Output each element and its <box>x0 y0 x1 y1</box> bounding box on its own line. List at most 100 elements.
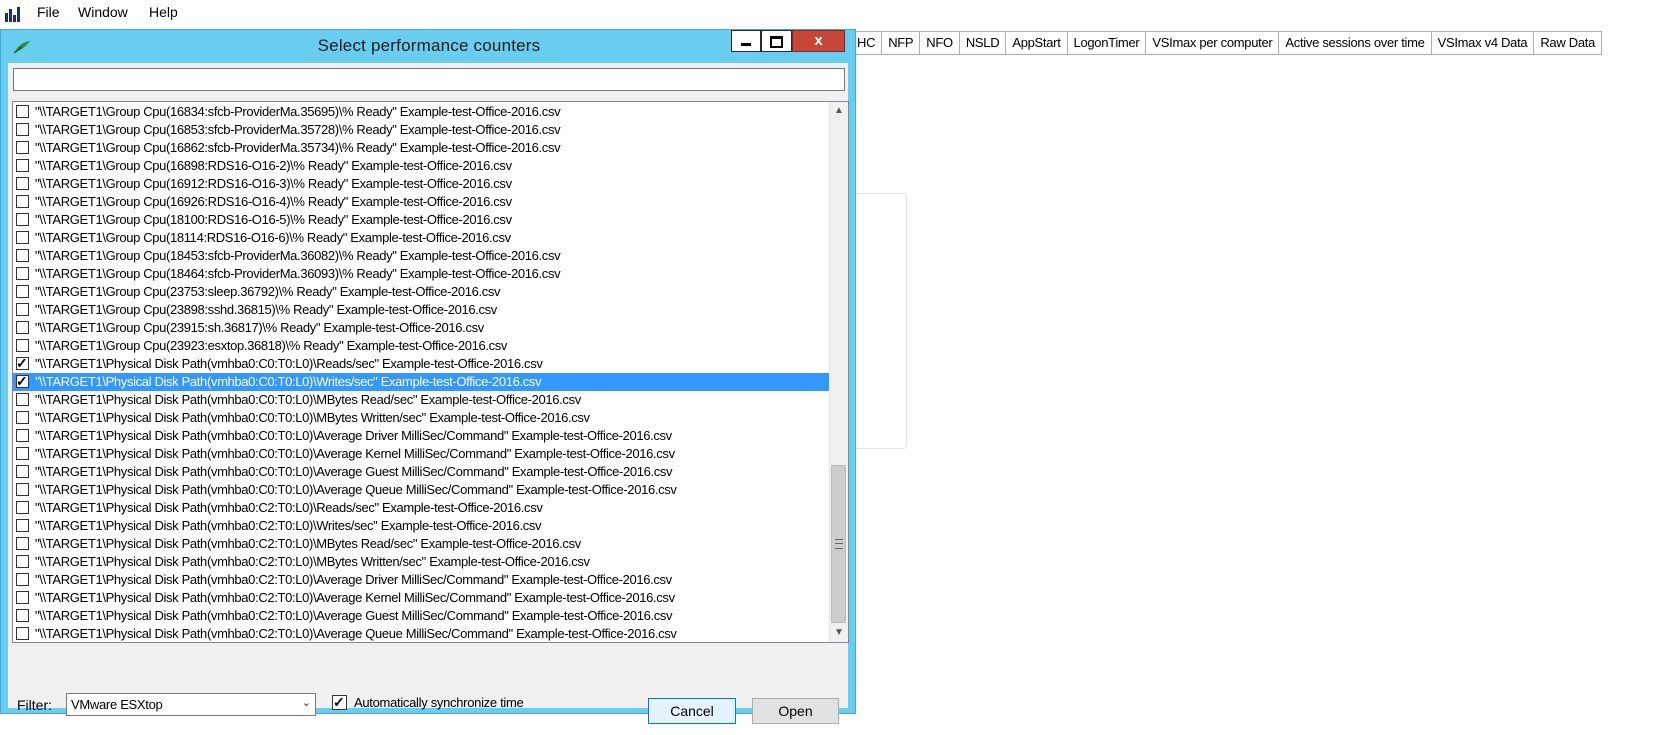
counter-list-item[interactable]: ✓ "\\TARGET1\Physical Disk Path(vmhba0:C2… <box>13 499 831 517</box>
counter-checkbox[interactable]: ✓ <box>16 123 29 136</box>
counter-list-item[interactable]: ✓ "\\TARGET1\Group Cpu(16926:RDS16-O16-4)… <box>13 193 831 211</box>
counter-checkbox[interactable]: ✓ <box>16 393 29 406</box>
open-button[interactable]: Open <box>752 698 839 724</box>
counter-label: "\\TARGET1\Physical Disk Path(vmhba0:C2:… <box>35 554 590 569</box>
counter-list-item[interactable]: ✓ "\\TARGET1\Group Cpu(18464:sfcb-Provide… <box>13 265 831 283</box>
filter-selected-value: VMware ESXtop <box>71 697 163 712</box>
counter-list[interactable]: ✓ "\\TARGET1\Group Cpu(16834:sfcb-Provide… <box>12 101 849 643</box>
counter-label: "\\TARGET1\Physical Disk Path(vmhba0:C2:… <box>35 518 542 533</box>
counter-checkbox[interactable]: ✓ <box>16 609 29 622</box>
counter-list-item[interactable]: ✓ "\\TARGET1\Group Cpu(23923:esxtop.36818… <box>13 337 831 355</box>
tab-raw-data[interactable]: Raw Data <box>1534 31 1603 55</box>
counter-checkbox[interactable]: ✓ <box>16 573 29 586</box>
counter-list-item[interactable]: ✓ "\\TARGET1\Group Cpu(16898:RDS16-O16-2)… <box>13 157 831 175</box>
counter-checkbox[interactable]: ✓ <box>16 519 29 532</box>
counter-list-item[interactable]: ✓ "\\TARGET1\Group Cpu(18100:RDS16-O16-5)… <box>13 211 831 229</box>
close-button[interactable]: x <box>792 30 845 52</box>
counter-checkbox[interactable]: ✓ <box>16 627 29 640</box>
counter-list-item[interactable]: ✓ "\\TARGET1\Group Cpu(18453:sfcb-Provide… <box>13 247 831 265</box>
counter-list-item[interactable]: ✓ "\\TARGET1\Physical Disk Path(vmhba0:C0… <box>13 427 831 445</box>
counter-checkbox[interactable]: ✓ <box>16 483 29 496</box>
counter-list-item[interactable]: ✓ "\\TARGET1\Physical Disk Path(vmhba0:C0… <box>13 409 831 427</box>
tab-nfo[interactable]: NFO <box>920 31 960 55</box>
counter-list-item[interactable]: ✓ "\\TARGET1\Physical Disk Path(vmhba0:C0… <box>13 481 831 499</box>
counter-list-item[interactable]: ✓ "\\TARGET1\Group Cpu(23898:sshd.36815)\… <box>13 301 831 319</box>
counter-search-input[interactable] <box>13 68 845 91</box>
counter-checkbox[interactable]: ✓ <box>16 339 29 352</box>
counter-checkbox[interactable]: ✓ <box>16 591 29 604</box>
counter-label: "\\TARGET1\Physical Disk Path(vmhba0:C0:… <box>35 464 673 479</box>
counter-checkbox[interactable]: ✓ <box>16 213 29 226</box>
tab-nfp[interactable]: NFP <box>882 31 921 55</box>
counter-checkbox[interactable]: ✓ <box>16 501 29 514</box>
counter-label: "\\TARGET1\Group Cpu(16926:RDS16-O16-4)\… <box>35 194 512 209</box>
counter-label: "\\TARGET1\Physical Disk Path(vmhba0:C0:… <box>35 392 581 407</box>
cancel-button[interactable]: Cancel <box>648 698 736 724</box>
counter-checkbox[interactable]: ✓ <box>16 285 29 298</box>
maximize-button[interactable] <box>761 30 792 52</box>
scroll-thumb[interactable] <box>831 465 846 623</box>
counter-checkbox[interactable]: ✓ <box>16 373 29 389</box>
counter-checkbox[interactable]: ✓ <box>16 267 29 280</box>
counter-list-item[interactable]: ✓ "\\TARGET1\Physical Disk Path(vmhba0:C0… <box>13 463 831 481</box>
counter-list-item[interactable]: ✓ "\\TARGET1\Physical Disk Path(vmhba0:C0… <box>13 391 831 409</box>
counter-label: "\\TARGET1\Group Cpu(16912:RDS16-O16-3)\… <box>35 176 512 191</box>
counter-checkbox[interactable]: ✓ <box>16 195 29 208</box>
counter-list-item[interactable]: ✓ "\\TARGET1\Group Cpu(18114:RDS16-O16-6)… <box>13 229 831 247</box>
minimize-button[interactable] <box>731 30 761 52</box>
counter-checkbox[interactable]: ✓ <box>16 105 29 118</box>
counter-checkbox[interactable]: ✓ <box>16 177 29 190</box>
counter-list-item[interactable]: ✓ "\\TARGET1\Group Cpu(16834:sfcb-Provide… <box>13 103 831 121</box>
menu-window[interactable]: Window <box>76 4 130 20</box>
counter-list-item[interactable]: ✓ "\\TARGET1\Group Cpu(23753:sleep.36792)… <box>13 283 831 301</box>
counter-checkbox[interactable]: ✓ <box>16 321 29 334</box>
counter-checkbox[interactable]: ✓ <box>16 249 29 262</box>
counter-label: "\\TARGET1\Physical Disk Path(vmhba0:C2:… <box>35 590 675 605</box>
dialog-title-bar[interactable]: Select performance counters x <box>1 30 857 63</box>
counter-checkbox[interactable]: ✓ <box>16 537 29 550</box>
counter-list-item[interactable]: ✓ "\\TARGET1\Group Cpu(16862:sfcb-Provide… <box>13 139 831 157</box>
counter-label: "\\TARGET1\Group Cpu(23898:sshd.36815)\%… <box>35 302 497 317</box>
counter-checkbox[interactable]: ✓ <box>16 465 29 478</box>
counter-list-item[interactable]: ✓ "\\TARGET1\Physical Disk Path(vmhba0:C2… <box>13 589 831 607</box>
menu-file[interactable]: File <box>35 4 62 20</box>
counter-checkbox[interactable]: ✓ <box>16 555 29 568</box>
counter-checkbox[interactable]: ✓ <box>16 447 29 460</box>
counter-list-item[interactable]: ✓ "\\TARGET1\Physical Disk Path(vmhba0:C2… <box>13 553 831 571</box>
sync-time-checkbox[interactable]: ✓ <box>332 694 347 710</box>
counter-list-item[interactable]: ✓ "\\TARGET1\Group Cpu(23915:sh.36817)\% … <box>13 319 831 337</box>
counter-checkbox[interactable]: ✓ <box>16 411 29 424</box>
counter-list-item[interactable]: ✓ "\\TARGET1\Physical Disk Path(vmhba0:C0… <box>13 373 831 391</box>
counter-list-item[interactable]: ✓ "\\TARGET1\Physical Disk Path(vmhba0:C2… <box>13 607 831 625</box>
counter-checkbox[interactable]: ✓ <box>16 429 29 442</box>
tab-vsimax-v4-data[interactable]: VSImax v4 Data <box>1431 31 1535 55</box>
filter-dropdown[interactable]: VMware ESXtop ⌄ <box>66 693 316 716</box>
scroll-down-icon[interactable]: ▼ <box>830 624 848 642</box>
checkmark-icon: ✓ <box>16 373 28 389</box>
counter-list-item[interactable]: ✓ "\\TARGET1\Physical Disk Path(vmhba0:C0… <box>13 355 831 373</box>
counter-label: "\\TARGET1\Physical Disk Path(vmhba0:C2:… <box>35 572 672 587</box>
checkmark-icon: ✓ <box>16 355 28 371</box>
counter-checkbox[interactable]: ✓ <box>16 159 29 172</box>
counter-list-item[interactable]: ✓ "\\TARGET1\Group Cpu(16853:sfcb-Provide… <box>13 121 831 139</box>
counter-checkbox[interactable]: ✓ <box>16 355 29 371</box>
sync-time-label[interactable]: Automatically synchronize time <box>354 695 524 710</box>
tab-active-sessions[interactable]: Active sessions over time <box>1279 31 1432 55</box>
counter-checkbox[interactable]: ✓ <box>16 303 29 316</box>
counter-label: "\\TARGET1\Physical Disk Path(vmhba0:C2:… <box>35 608 673 623</box>
counter-list-item[interactable]: ✓ "\\TARGET1\Physical Disk Path(vmhba0:C2… <box>13 535 831 553</box>
counter-list-item[interactable]: ✓ "\\TARGET1\Physical Disk Path(vmhba0:C2… <box>13 571 831 589</box>
counter-list-item[interactable]: ✓ "\\TARGET1\Physical Disk Path(vmhba0:C2… <box>13 517 831 535</box>
vertical-scrollbar[interactable]: ▲ ▼ <box>829 102 848 642</box>
counter-list-item[interactable]: ✓ "\\TARGET1\Group Cpu(16912:RDS16-O16-3)… <box>13 175 831 193</box>
tab-logontimer[interactable]: LogonTimer <box>1067 31 1147 55</box>
counter-list-item[interactable]: ✓ "\\TARGET1\Physical Disk Path(vmhba0:C0… <box>13 445 831 463</box>
tab-vsimax-per-computer[interactable]: VSImax per computer <box>1146 31 1280 55</box>
counter-checkbox[interactable]: ✓ <box>16 141 29 154</box>
scroll-up-icon[interactable]: ▲ <box>830 102 848 120</box>
tab-appstart[interactable]: AppStart <box>1006 31 1068 55</box>
tab-nsld[interactable]: NSLD <box>959 31 1007 55</box>
counter-list-item[interactable]: ✓ "\\TARGET1\Physical Disk Path(vmhba0:C2… <box>13 625 831 642</box>
counter-checkbox[interactable]: ✓ <box>16 231 29 244</box>
menu-help[interactable]: Help <box>147 4 180 20</box>
